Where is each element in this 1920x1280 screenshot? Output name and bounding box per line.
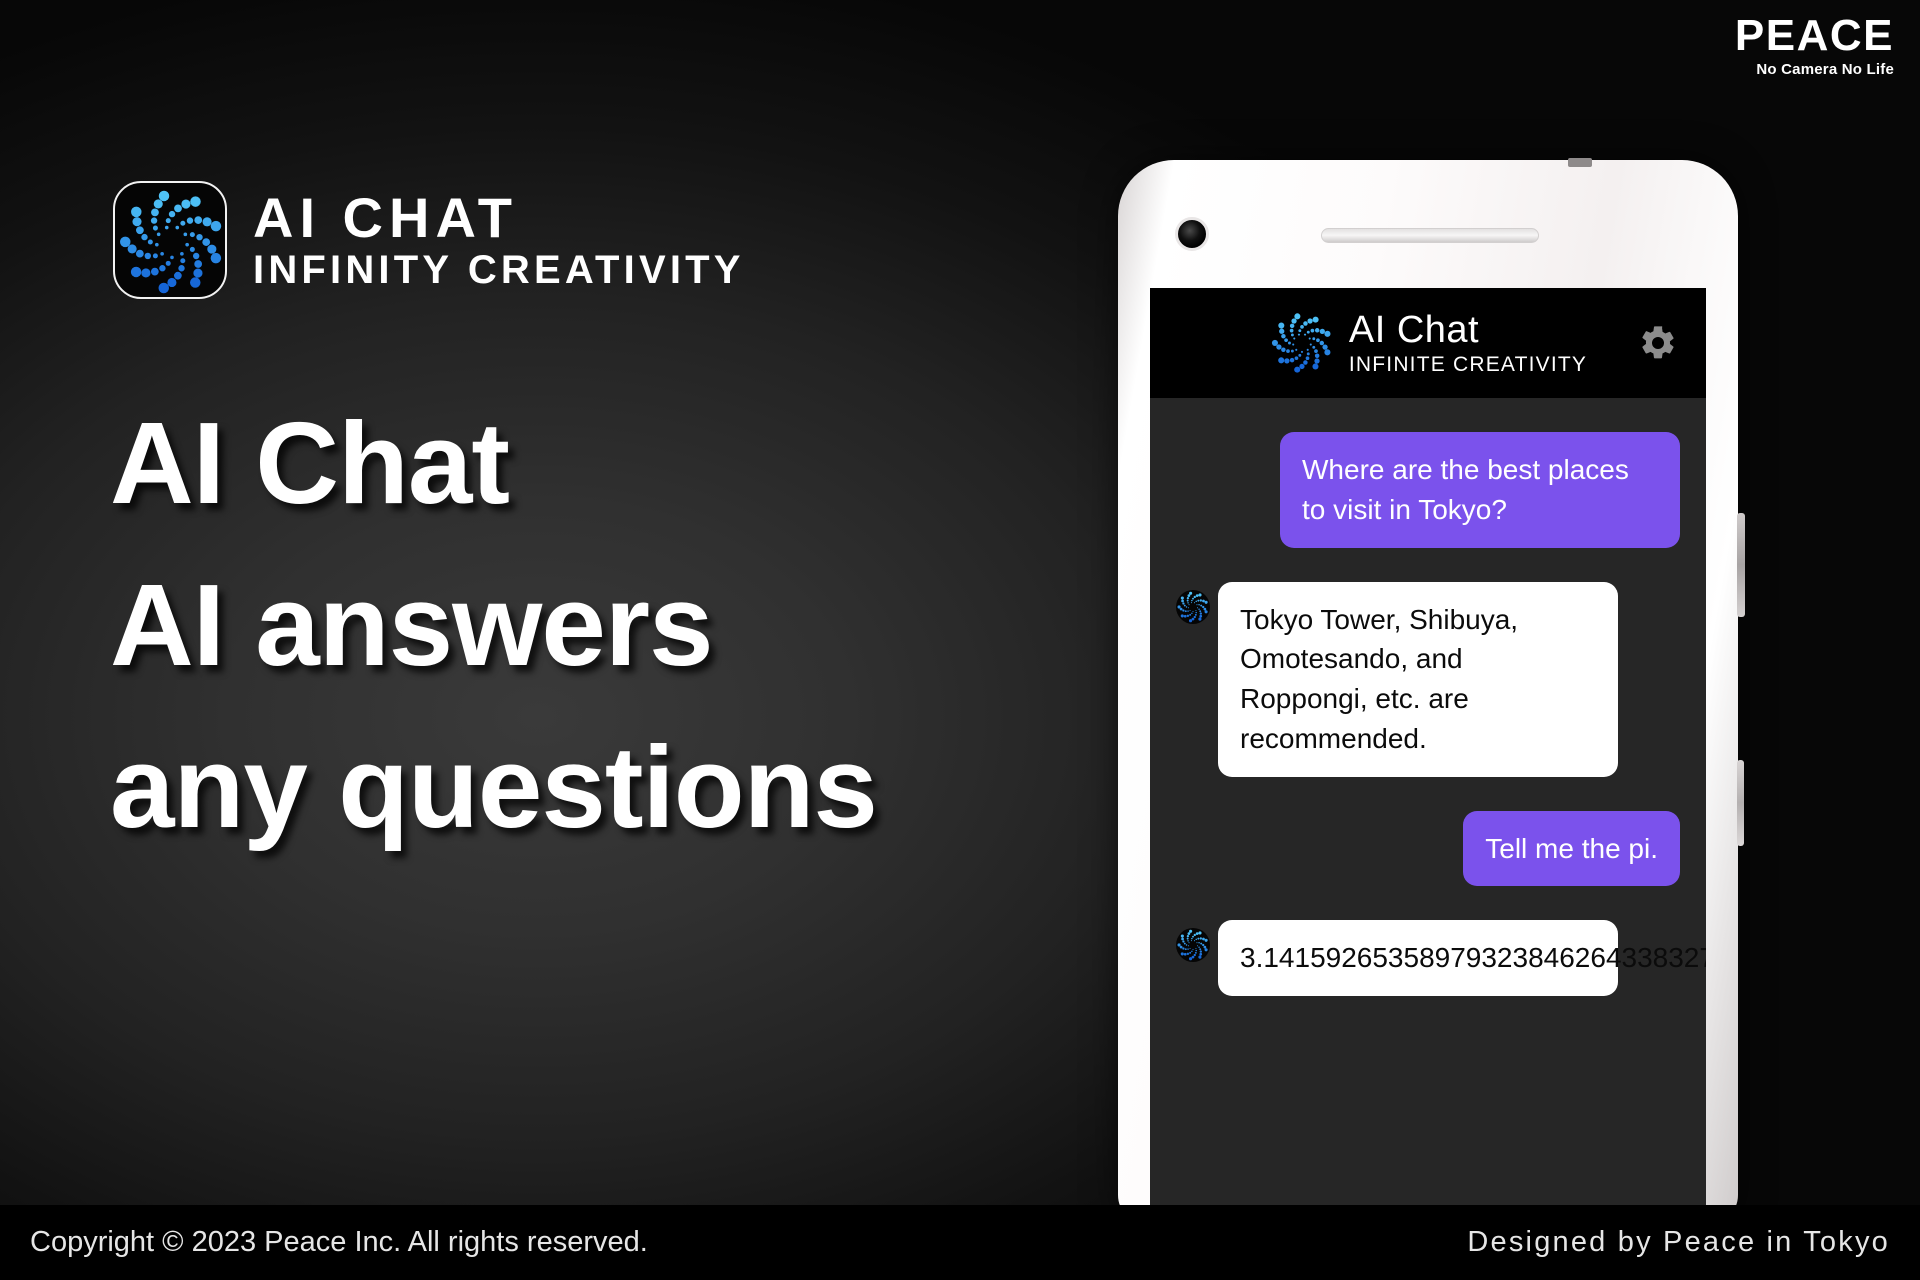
left-content-column: AI CHAT INFINITY CREATIVITY AI Chat AI a…: [0, 0, 940, 1205]
earpiece-speaker: [1321, 228, 1539, 243]
chat-message-row-ai: 3.14159265358979323846264338327950288841…: [1176, 920, 1706, 996]
phone-mockup: AI Chat INFINITE CREATIVITY Where are th…: [1118, 158, 1745, 1225]
chat-bubble-ai: Tokyo Tower, Shibuya, Omotesando, and Ro…: [1218, 581, 1618, 777]
peace-brand-tagline: No Camera No Life: [1756, 61, 1894, 78]
app-header-spiral-logo-icon: [1269, 310, 1335, 376]
app-header-bar: AI Chat INFINITE CREATIVITY: [1150, 288, 1706, 398]
phone-screen: AI Chat INFINITE CREATIVITY Where are th…: [1150, 288, 1706, 1225]
gear-icon[interactable]: [1638, 323, 1678, 363]
designed-by-text: Designed by Peace in Tokyo: [1467, 1226, 1890, 1258]
power-button[interactable]: [1737, 513, 1745, 617]
ai-avatar-spiral-icon: [1176, 589, 1210, 624]
volume-button[interactable]: [1737, 760, 1744, 846]
ai-chat-spiral-logo-icon: [113, 181, 227, 299]
copyright-text: Copyright © 2023 Peace Inc. All rights r…: [30, 1226, 648, 1258]
headline-line-2: AI answers: [110, 560, 714, 690]
chat-message-row-user: Where are the best places to visit in To…: [1176, 432, 1680, 548]
app-brand-text: AI CHAT INFINITY CREATIVITY: [253, 185, 745, 293]
headline-line-3: any questions: [110, 722, 878, 852]
app-brand-title: AI CHAT: [253, 185, 518, 249]
chat-message-list[interactable]: Where are the best places to visit in To…: [1150, 398, 1706, 996]
app-header-titles: AI Chat INFINITE CREATIVITY: [1349, 311, 1587, 375]
app-brand-row: AI CHAT INFINITY CREATIVITY: [113, 181, 745, 299]
headline-line-1: AI Chat: [110, 398, 510, 528]
footer-bar: Copyright © 2023 Peace Inc. All rights r…: [0, 1205, 1920, 1280]
app-header-branding: AI Chat INFINITE CREATIVITY: [1269, 310, 1587, 376]
promo-banner-stage: PEACE No Camera No Life AI CHAT INFINITY…: [0, 0, 1920, 1280]
headline-block: AI Chat AI answers any questions: [110, 405, 930, 845]
app-header-subtitle: INFINITE CREATIVITY: [1348, 353, 1588, 376]
ai-avatar-spiral-icon: [1176, 928, 1210, 963]
chat-bubble-ai: 3.14159265358979323846264338327950288841…: [1218, 920, 1706, 996]
phone-antenna-band: [1568, 158, 1592, 167]
app-header-title: AI Chat: [1348, 309, 1480, 351]
peace-brand-mark: PEACE No Camera No Life: [1734, 11, 1894, 78]
chat-message-row-ai: Tokyo Tower, Shibuya, Omotesando, and Ro…: [1176, 581, 1680, 777]
chat-message-row-user: Tell me the pi.: [1176, 810, 1680, 887]
chat-bubble-user: Where are the best places to visit in To…: [1280, 432, 1680, 548]
app-brand-subtitle: INFINITY CREATIVITY: [253, 248, 745, 293]
peace-brand-name: PEACE: [1734, 11, 1894, 60]
chat-bubble-user: Tell me the pi.: [1463, 810, 1680, 887]
front-camera-icon: [1175, 217, 1209, 251]
